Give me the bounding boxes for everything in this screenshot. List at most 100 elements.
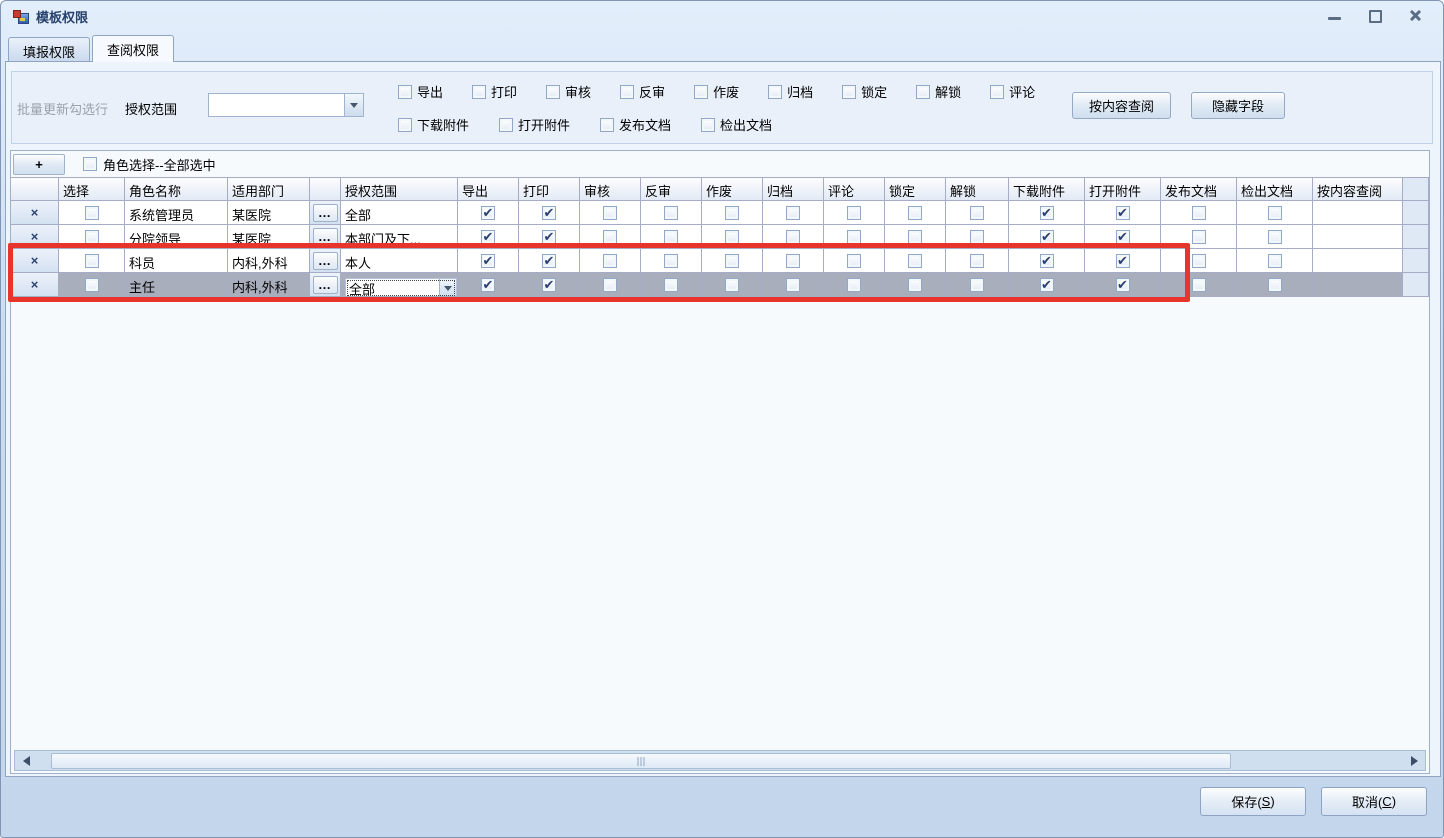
reverse-audit-checkbox[interactable] (664, 278, 678, 292)
toolbar-check-打开附件[interactable]: 打开附件 (499, 115, 570, 134)
comment-checkbox[interactable] (847, 254, 861, 268)
scroll-left-icon[interactable] (15, 751, 37, 770)
scrollbar-thumb[interactable] (51, 753, 1231, 769)
void-checkbox[interactable] (725, 254, 739, 268)
checkbox-icon[interactable] (472, 85, 486, 99)
col-header-unlock[interactable]: 解锁 (946, 178, 1009, 201)
reverse-audit-checkbox[interactable] (664, 206, 678, 220)
audit-checkbox[interactable] (603, 278, 617, 292)
checkout-doc-checkbox[interactable] (1268, 230, 1282, 244)
toolbar-check-评论[interactable]: 评论 (990, 82, 1035, 101)
publish-doc-checkbox[interactable] (1192, 278, 1206, 292)
delete-row-button[interactable]: × (31, 230, 39, 243)
col-header-audit[interactable]: 审核 (580, 178, 641, 201)
minimize-icon[interactable] (1327, 9, 1343, 23)
download-attachment-checkbox[interactable]: ✔ (1040, 254, 1054, 268)
archive-checkbox[interactable] (786, 254, 800, 268)
add-row-button[interactable]: + (13, 154, 65, 175)
col-header-open-attachment[interactable]: 打开附件 (1085, 178, 1161, 201)
col-header-dept-picker[interactable] (310, 178, 341, 201)
print-checkbox[interactable]: ✔ (542, 206, 556, 220)
comment-checkbox[interactable] (847, 206, 861, 220)
col-header-reverse-audit[interactable]: 反审 (641, 178, 702, 201)
row-select-checkbox[interactable] (85, 230, 99, 244)
open-attachment-checkbox[interactable]: ✔ (1116, 230, 1130, 244)
col-header-department[interactable]: 适用部门 (228, 178, 310, 201)
col-header-export[interactable]: 导出 (458, 178, 519, 201)
col-header-scope[interactable]: 授权范围 (341, 178, 458, 201)
checkbox-icon[interactable] (842, 85, 856, 99)
lock-checkbox[interactable] (908, 254, 922, 268)
view-by-content-button[interactable]: 按内容查阅 (1072, 92, 1171, 119)
checkbox-icon[interactable] (916, 85, 930, 99)
publish-doc-checkbox[interactable] (1192, 206, 1206, 220)
horizontal-scrollbar[interactable] (14, 750, 1426, 771)
tab-fill-permissions[interactable]: 填报权限 (8, 37, 90, 62)
col-header-lock[interactable]: 锁定 (885, 178, 946, 201)
delete-row-button[interactable]: × (31, 254, 39, 267)
toolbar-check-检出文档[interactable]: 检出文档 (701, 115, 772, 134)
col-header-publish-doc[interactable]: 发布文档 (1161, 178, 1237, 201)
maximize-icon[interactable] (1367, 9, 1383, 23)
delete-row-button[interactable]: × (31, 278, 39, 291)
void-checkbox[interactable] (725, 206, 739, 220)
open-attachment-checkbox[interactable]: ✔ (1116, 278, 1130, 292)
archive-checkbox[interactable] (786, 278, 800, 292)
toolbar-check-作废[interactable]: 作废 (694, 82, 739, 101)
hide-fields-button[interactable]: 隐藏字段 (1191, 92, 1285, 119)
toolbar-check-发布文档[interactable]: 发布文档 (600, 115, 671, 134)
unlock-checkbox[interactable] (970, 254, 984, 268)
toolbar-check-审核[interactable]: 审核 (546, 82, 591, 101)
scope-combobox[interactable]: 全部 (345, 278, 457, 297)
row-select-checkbox[interactable] (85, 254, 99, 268)
download-attachment-checkbox[interactable]: ✔ (1040, 206, 1054, 220)
void-checkbox[interactable] (725, 278, 739, 292)
col-header-void[interactable]: 作废 (702, 178, 763, 201)
checkbox-icon[interactable] (768, 85, 782, 99)
dept-picker-button[interactable]: … (313, 252, 338, 270)
void-checkbox[interactable] (725, 230, 739, 244)
print-checkbox[interactable]: ✔ (542, 254, 556, 268)
checkbox-icon[interactable] (546, 85, 560, 99)
col-header-archive[interactable]: 归档 (763, 178, 824, 201)
audit-checkbox[interactable] (603, 230, 617, 244)
close-icon[interactable] (1407, 9, 1423, 23)
col-header-print[interactable]: 打印 (519, 178, 580, 201)
toolbar-check-解锁[interactable]: 解锁 (916, 82, 961, 101)
select-all-group[interactable]: 角色选择--全部选中 (83, 155, 216, 174)
checkbox-icon[interactable] (499, 118, 513, 132)
dept-picker-button[interactable]: … (313, 228, 338, 246)
comment-checkbox[interactable] (847, 278, 861, 292)
dept-picker-button[interactable]: … (313, 204, 338, 222)
delete-row-button[interactable]: × (31, 206, 39, 219)
checkbox-icon[interactable] (398, 118, 412, 132)
col-header-row-delete[interactable] (11, 178, 59, 201)
reverse-audit-checkbox[interactable] (664, 254, 678, 268)
unlock-checkbox[interactable] (970, 230, 984, 244)
scope-combobox[interactable] (208, 93, 364, 117)
col-header-checkout-doc[interactable]: 检出文档 (1237, 178, 1313, 201)
save-button[interactable]: 保存(S) (1200, 787, 1306, 816)
toolbar-check-反审[interactable]: 反审 (620, 82, 665, 101)
checkbox-icon[interactable] (990, 85, 1004, 99)
reverse-audit-checkbox[interactable] (664, 230, 678, 244)
audit-checkbox[interactable] (603, 254, 617, 268)
checkout-doc-checkbox[interactable] (1268, 278, 1282, 292)
checkbox-icon[interactable] (701, 118, 715, 132)
audit-checkbox[interactable] (603, 206, 617, 220)
col-header-clipped[interactable] (1403, 178, 1429, 201)
checkbox-icon[interactable] (620, 85, 634, 99)
publish-doc-checkbox[interactable] (1192, 254, 1206, 268)
lock-checkbox[interactable] (908, 206, 922, 220)
toolbar-check-锁定[interactable]: 锁定 (842, 82, 887, 101)
col-header-download-attachment[interactable]: 下载附件 (1009, 178, 1085, 201)
col-header-role-name[interactable]: 角色名称 (125, 178, 228, 201)
row-select-checkbox[interactable] (85, 278, 99, 292)
archive-checkbox[interactable] (786, 206, 800, 220)
lock-checkbox[interactable] (908, 278, 922, 292)
cancel-button[interactable]: 取消(C) (1321, 787, 1427, 816)
toolbar-check-导出[interactable]: 导出 (398, 82, 443, 101)
toolbar-check-下载附件[interactable]: 下载附件 (398, 115, 469, 134)
download-attachment-checkbox[interactable]: ✔ (1040, 230, 1054, 244)
unlock-checkbox[interactable] (970, 278, 984, 292)
